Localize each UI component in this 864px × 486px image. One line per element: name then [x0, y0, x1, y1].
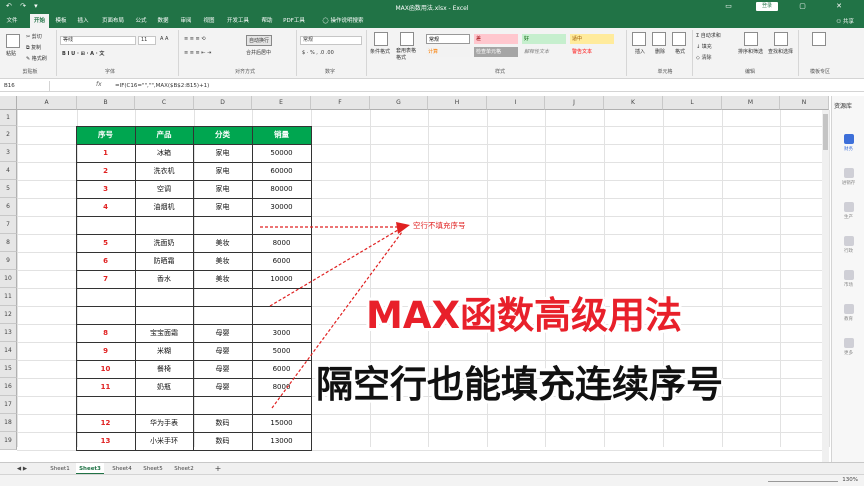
more-icon [843, 338, 854, 348]
pane-item-production[interactable]: 生产 [832, 202, 864, 220]
pane-item-education[interactable]: 教育 [832, 304, 864, 322]
arrow-head [396, 222, 410, 234]
pane-item-more[interactable]: 更多 [832, 338, 864, 356]
production-icon [843, 202, 854, 212]
zoom-level[interactable]: 130% [842, 477, 858, 483]
inventory-icon [843, 168, 854, 178]
finance-icon [843, 134, 854, 144]
pane-item-label: 进销存 [841, 181, 856, 186]
pane-item-label: 更多 [844, 351, 853, 356]
admin-icon [843, 236, 854, 246]
sheet-tabs: ◀ ▶ Sheet1 Sheet3 Sheet4 Sheet5 Sheet2 + [0, 462, 864, 475]
pane-item-finance[interactable]: 财务 [832, 134, 864, 152]
pane-item-label: 财务 [844, 147, 853, 152]
zoom-slider[interactable] [768, 481, 838, 482]
education-icon [843, 304, 854, 314]
annotation-arrows [260, 222, 410, 409]
vertical-scrollbar[interactable] [822, 110, 829, 462]
status-bar: 130% [0, 474, 864, 486]
pane-item-inventory[interactable]: 进销存 [832, 168, 864, 186]
pane-item-label: 行政 [844, 249, 853, 254]
overlay-title: MAX函数高级用法 [366, 294, 682, 337]
pane-item-label: 教育 [844, 317, 853, 322]
pane-item-admin[interactable]: 行政 [832, 236, 864, 254]
annotation-text: 空行不填充序号 [413, 221, 466, 230]
pane-item-label: 市场 [844, 283, 853, 288]
resource-pane: 资源库 财务 进销存 生产 行政 市场 教育 更多 [831, 96, 864, 462]
pane-item-label: 生产 [844, 215, 853, 220]
scrollbar-thumb[interactable] [823, 114, 828, 150]
resource-pane-title: 资源库 [834, 103, 853, 110]
pane-item-market[interactable]: 市场 [832, 270, 864, 288]
overlay-subtitle: 隔空行也能填充连续序号 [316, 363, 723, 406]
market-icon [843, 270, 854, 280]
